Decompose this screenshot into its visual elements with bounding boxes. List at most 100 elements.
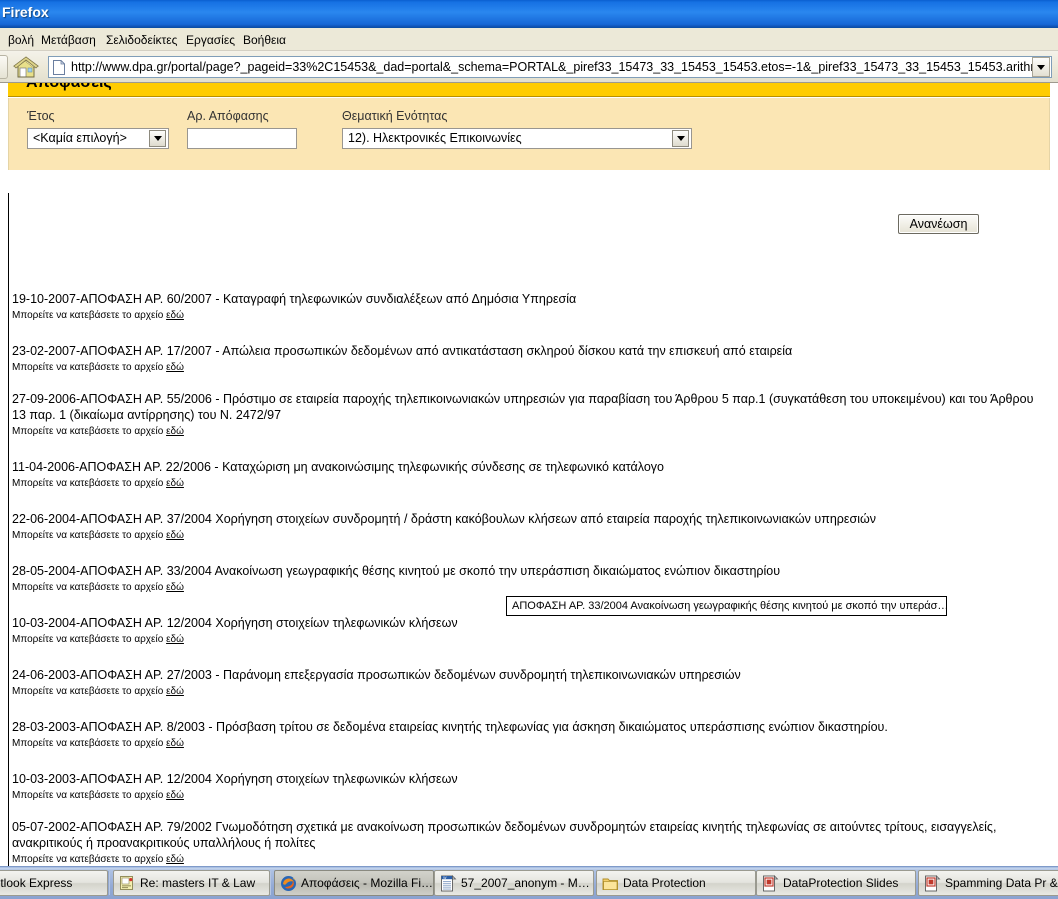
url-bar[interactable]: http://www.dpa.gr/portal/page?_pageid=33… — [48, 56, 1052, 78]
taskbar-button-label: DataProtection Slides — [783, 876, 899, 890]
download-link[interactable]: εδώ — [166, 582, 184, 593]
download-line: Μπορείτε να κατεβάσετε το αρχείο εδώ — [8, 789, 1043, 802]
decision-entry: 19-10-2007-ΑΠΟΦΑΣΗ ΑΡ. 60/2007 - Καταγρα… — [8, 291, 1043, 322]
decision-title: 05-07-2002-ΑΠΟΦΑΣΗ ΑΡ. 79/2002 Γνωμοδότη… — [12, 820, 1000, 850]
download-prefix: Μπορείτε να κατεβάσετε το αρχείο — [12, 582, 167, 593]
download-line: Μπορείτε να κατεβάσετε το αρχείο εδώ — [8, 477, 1043, 490]
download-link[interactable]: εδώ — [166, 426, 184, 437]
taskbar-button-label: Re: masters IT & Law — [140, 876, 256, 890]
decision-entry: 28-05-2004-ΑΠΟΦΑΣΗ ΑΡ. 33/2004 Ανακοίνωσ… — [8, 563, 1043, 594]
menu-item-2[interactable]: Σελιδοδείκτες — [103, 32, 180, 48]
page-icon — [50, 56, 67, 78]
page-title: Αποφάσεις — [26, 83, 112, 92]
download-line: Μπορείτε να κατεβάσετε το αρχείο εδώ — [8, 309, 1043, 322]
download-prefix: Μπορείτε να κατεβάσετε το αρχείο — [12, 310, 167, 321]
download-link[interactable]: εδώ — [166, 310, 184, 321]
download-link[interactable]: εδώ — [166, 530, 184, 541]
powerpoint-icon — [761, 874, 779, 892]
decision-title: 10-03-2003-ΑΠΟΦΑΣΗ ΑΡ. 12/2004 Χορήγηση … — [12, 772, 458, 786]
year-label: Έτος — [27, 109, 55, 123]
menu-item-label: Μετάβαση — [41, 33, 96, 47]
url-text[interactable]: http://www.dpa.gr/portal/page?_pageid=33… — [67, 57, 1032, 77]
download-link[interactable]: εδώ — [166, 686, 184, 697]
home-icon[interactable] — [12, 55, 40, 80]
decision-title: 24-06-2003-ΑΠΟΦΑΣΗ ΑΡ. 27/2003 - Παράνομ… — [12, 668, 741, 682]
topic-select[interactable]: 12). Ηλεκτρονικές Επικοινωνίες — [342, 128, 692, 149]
taskbar-button-label: Spamming Data Pr & … — [945, 876, 1058, 890]
word-icon: W — [439, 874, 457, 892]
menu-item-label: Σελιδοδείκτες — [106, 33, 178, 47]
decision-entry: 27-09-2006-ΑΠΟΦΑΣΗ ΑΡ. 55/2006 - Πρόστιμ… — [8, 391, 1043, 438]
decision-title: 27-09-2006-ΑΠΟΦΑΣΗ ΑΡ. 55/2006 - Πρόστιμ… — [12, 392, 1037, 422]
decision-title: 22-06-2004-ΑΠΟΦΑΣΗ ΑΡ. 37/2004 Χορήγηση … — [12, 512, 876, 526]
download-prefix: Μπορείτε να κατεβάσετε το αρχείο — [12, 362, 167, 373]
taskbar-button[interactable]: W 57_2007_anonym - M… — [434, 870, 594, 896]
taskbar-button[interactable]: Re: masters IT & Law — [113, 870, 270, 896]
download-prefix: Μπορείτε να κατεβάσετε το αρχείο — [12, 426, 167, 437]
download-prefix: Μπορείτε να κατεβάσετε το αρχείο — [12, 854, 167, 865]
download-link[interactable]: εδώ — [166, 634, 184, 645]
window-titlebar: Firefox — [0, 0, 1058, 28]
download-line: Μπορείτε να κατεβάσετε το αρχείο εδώ — [8, 529, 1043, 542]
menu-item-3[interactable]: Εργασίες — [183, 32, 238, 48]
download-prefix: Μπορείτε να κατεβάσετε το αρχείο — [12, 530, 167, 541]
menu-item-4[interactable]: Βοήθεια — [240, 32, 289, 48]
taskbar-button-label: Αποφάσεις - Mozilla Fi… — [301, 876, 433, 890]
download-link[interactable]: εδώ — [166, 738, 184, 749]
download-link[interactable]: εδώ — [166, 854, 184, 865]
decision-number-label: Αρ. Απόφασης — [187, 109, 269, 123]
taskbar-separator — [108, 871, 110, 895]
decision-number-input[interactable] — [187, 128, 297, 149]
powerpoint-icon — [923, 874, 941, 892]
decision-entry: 10-03-2003-ΑΠΟΦΑΣΗ ΑΡ. 12/2004 Χορήγηση … — [8, 771, 1043, 802]
firefox-icon — [279, 874, 297, 892]
page-content: Αποφάσεις Έτος <Καμία επιλογή> Αρ. Απόφα… — [0, 83, 1058, 866]
decision-entry: 05-07-2002-ΑΠΟΦΑΣΗ ΑΡ. 79/2002 Γνωμοδότη… — [8, 819, 1043, 866]
menu-item-0[interactable]: βολή — [5, 32, 37, 48]
taskbar-button[interactable]: ox - Outlook Express — [0, 870, 108, 896]
download-prefix: Μπορείτε να κατεβάσετε το αρχείο — [12, 478, 167, 489]
chevron-down-icon[interactable] — [672, 130, 689, 147]
decision-entry: 22-06-2004-ΑΠΟΦΑΣΗ ΑΡ. 37/2004 Χορήγηση … — [8, 511, 1043, 542]
topic-label: Θεματική Ενότητας — [342, 109, 448, 123]
download-line: Μπορείτε να κατεβάσετε το αρχείο εδώ — [8, 685, 1043, 698]
download-link[interactable]: εδώ — [166, 790, 184, 801]
decision-entry: 11-04-2006-ΑΠΟΦΑΣΗ ΑΡ. 22/2006 - Καταχώρ… — [8, 459, 1043, 490]
download-line: Μπορείτε να κατεβάσετε το αρχείο εδώ — [8, 581, 1043, 594]
taskbar-button-label: ox - Outlook Express — [0, 876, 73, 890]
decision-entry: 24-06-2003-ΑΠΟΦΑΣΗ ΑΡ. 27/2003 - Παράνομ… — [8, 667, 1043, 698]
filter-panel-inner: Έτος <Καμία επιλογή> Αρ. Απόφασης Θεματι… — [22, 98, 1038, 170]
menu-item-label: βολή — [8, 33, 35, 47]
section-header-bar: Αποφάσεις — [8, 83, 1050, 97]
folder-icon — [601, 874, 619, 892]
taskbar-button[interactable]: Αποφάσεις - Mozilla Fi… — [274, 870, 434, 896]
taskbar-button[interactable]: DataProtection Slides — [756, 870, 916, 896]
tooltip: ΑΠΟΦΑΣΗ ΑΡ. 33/2004 Ανακοίνωση γεωγραφικ… — [506, 596, 947, 616]
download-line: Μπορείτε να κατεβάσετε το αρχείο εδώ — [8, 425, 1043, 438]
download-line: Μπορείτε να κατεβάσετε το αρχείο εδώ — [8, 633, 1043, 646]
decision-title: 11-04-2006-ΑΠΟΦΑΣΗ ΑΡ. 22/2006 - Καταχώρ… — [12, 460, 664, 474]
back-button[interactable] — [0, 55, 8, 79]
taskbar-button-label: Data Protection — [623, 876, 706, 890]
topic-select-value: 12). Ηλεκτρονικές Επικοινωνίες — [348, 131, 522, 145]
taskbar-button[interactable]: Data Protection — [596, 870, 756, 896]
taskbar-button[interactable]: Spamming Data Pr & … — [918, 870, 1058, 896]
browser-window: Firefox βολή Μετάβαση Σελιδοδείκτες Εργασίε… — [0, 0, 1058, 899]
download-line: Μπορείτε να κατεβάσετε το αρχείο εδώ — [8, 361, 1043, 374]
year-select[interactable]: <Καμία επιλογή> — [27, 128, 169, 149]
download-prefix: Μπορείτε να κατεβάσετε το αρχείο — [12, 790, 167, 801]
download-prefix: Μπορείτε να κατεβάσετε το αρχείο — [12, 738, 167, 749]
menu-item-1[interactable]: Μετάβαση — [38, 32, 99, 48]
download-prefix: Μπορείτε να κατεβάσετε το αρχείο — [12, 686, 167, 697]
chevron-down-icon[interactable] — [149, 130, 166, 147]
taskbar: ox - Outlook Express Re: masters IT & Law… — [0, 866, 1058, 899]
chevron-down-icon[interactable] — [1032, 57, 1050, 77]
decision-entry: 10-03-2004-ΑΠΟΦΑΣΗ ΑΡ. 12/2004 Χορήγηση … — [8, 615, 1043, 646]
download-link[interactable]: εδώ — [166, 478, 184, 489]
decision-title: 10-03-2004-ΑΠΟΦΑΣΗ ΑΡ. 12/2004 Χορήγηση … — [12, 616, 458, 630]
download-link[interactable]: εδώ — [166, 362, 184, 373]
decision-entry: 28-03-2003-ΑΠΟΦΑΣΗ ΑΡ. 8/2003 - Πρόσβαση… — [8, 719, 1043, 750]
navigation-toolbar: http://www.dpa.gr/portal/page?_pageid=33… — [0, 51, 1058, 83]
download-line: Μπορείτε να κατεβάσετε το αρχείο εδώ — [8, 853, 1043, 866]
decision-entry: 23-02-2007-ΑΠΟΦΑΣΗ ΑΡ. 17/2007 - Απώλεια… — [8, 343, 1043, 374]
